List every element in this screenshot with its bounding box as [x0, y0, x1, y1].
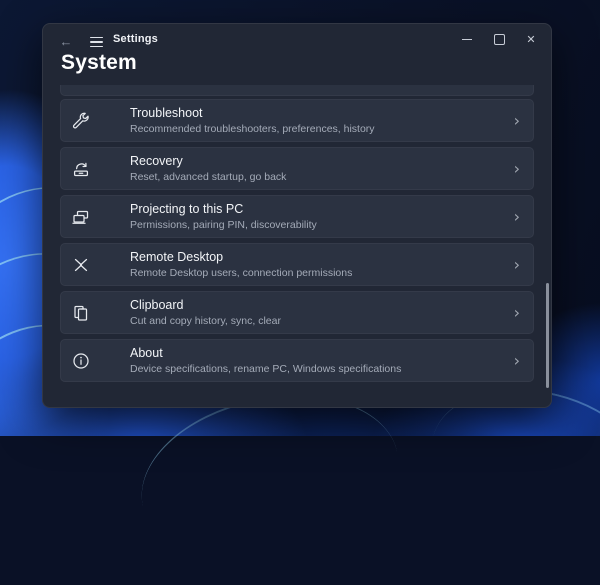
chevron-right-icon: ›: [514, 353, 520, 369]
close-button[interactable]: ✕: [515, 26, 547, 52]
maximize-button[interactable]: [483, 26, 515, 52]
row-description: Permissions, pairing PIN, discoverabilit…: [130, 219, 317, 232]
chevron-right-icon: ›: [514, 305, 520, 321]
settings-row-clipboard[interactable]: Clipboard Cut and copy history, sync, cl…: [60, 291, 534, 334]
settings-row-remote-desktop[interactable]: Remote Desktop Remote Desktop users, con…: [60, 243, 534, 286]
row-label: Projecting to this PC: [130, 202, 317, 217]
settings-row-about[interactable]: About Device specifications, rename PC, …: [60, 339, 534, 382]
row-label: Recovery: [130, 154, 286, 169]
minimize-icon: [462, 39, 472, 40]
row-description: Recommended troubleshooters, preferences…: [130, 123, 375, 136]
settings-row-recovery[interactable]: Recovery Reset, advanced startup, go bac…: [60, 147, 534, 190]
remote-desktop-icon: [71, 255, 91, 275]
chevron-right-icon: ›: [514, 161, 520, 177]
settings-row-activation-partial[interactable]: Activation state, subscriptions, product…: [60, 85, 534, 96]
recovery-icon: [71, 159, 91, 179]
maximize-icon: [494, 34, 505, 45]
row-description: Device specifications, rename PC, Window…: [130, 363, 401, 376]
hamburger-icon: [90, 37, 103, 39]
row-label: Remote Desktop: [130, 250, 352, 265]
row-description: Reset, advanced startup, go back: [130, 171, 286, 184]
projecting-icon: [71, 207, 91, 227]
row-label: Troubleshoot: [130, 106, 375, 121]
settings-row-projecting[interactable]: Projecting to this PC Permissions, pairi…: [60, 195, 534, 238]
minimize-button[interactable]: [451, 26, 483, 52]
info-icon: [71, 351, 91, 371]
chevron-right-icon: ›: [514, 209, 520, 225]
page-title: System: [61, 51, 137, 75]
navigation-menu-button[interactable]: [83, 31, 109, 53]
window-controls: ✕: [451, 26, 547, 52]
row-description: Remote Desktop users, connection permiss…: [130, 267, 352, 280]
row-description: Cut and copy history, sync, clear: [130, 315, 281, 328]
clipboard-icon: [71, 303, 91, 323]
scrollbar-thumb[interactable]: [546, 283, 549, 388]
settings-window: ← Settings ✕ System Activation state, su…: [42, 23, 552, 408]
settings-row-troubleshoot[interactable]: Troubleshoot Recommended troubleshooters…: [60, 99, 534, 142]
chevron-right-icon: ›: [514, 113, 520, 129]
row-label: Clipboard: [130, 298, 281, 313]
back-button[interactable]: ←: [53, 30, 79, 52]
app-title: Settings: [113, 33, 158, 45]
chevron-right-icon: ›: [514, 257, 520, 273]
wrench-icon: [71, 111, 91, 131]
row-label: About: [130, 346, 401, 361]
settings-list: Activation state, subscriptions, product…: [43, 85, 551, 405]
